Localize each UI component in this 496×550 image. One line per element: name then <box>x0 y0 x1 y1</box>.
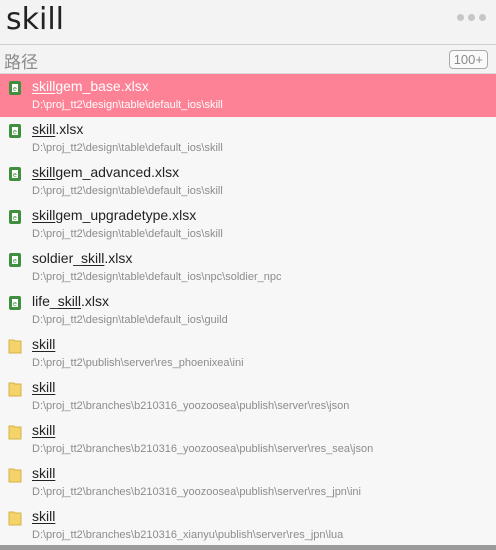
result-row[interactable]: e life_skill.xlsx D:\proj_tt2\design\table… <box>0 289 496 332</box>
folder-icon <box>8 381 22 397</box>
more-options-button[interactable] <box>457 14 486 21</box>
svg-text:e: e <box>13 258 17 265</box>
result-name: skill <box>32 465 55 481</box>
result-row[interactable]: skill D:\proj_tt2\publish\server\res_phoe… <box>0 332 496 375</box>
result-name-match: skill <box>32 336 56 352</box>
result-name: skillgem_base.xlsx <box>32 78 149 94</box>
result-name-match: skill <box>32 379 56 395</box>
svg-text:e: e <box>13 86 17 93</box>
result-row[interactable]: skill D:\proj_tt2\branches\b210316_yoozoo… <box>0 375 496 418</box>
result-name: skillgem_advanced.xlsx <box>32 164 179 180</box>
result-name: skill <box>32 508 55 524</box>
result-path: D:\proj_tt2\branches\b210316_yoozoosea\p… <box>32 443 374 455</box>
result-name-match: skill <box>32 164 56 180</box>
result-name-rest: gem_upgradetype.xlsx <box>55 207 197 223</box>
result-count-badge: 100+ <box>448 50 488 69</box>
result-name-prefix: soldier_ <box>32 250 82 266</box>
result-path: D:\proj_tt2\design\table\default_ios\npc… <box>32 271 282 283</box>
result-name: life_skill.xlsx <box>32 293 109 309</box>
dot-icon <box>468 14 475 21</box>
result-name-match: skill <box>32 508 56 524</box>
results-list: e skillgem_base.xlsx D:\proj_tt2\design\ta… <box>0 74 496 547</box>
result-name-match: skill <box>81 250 105 266</box>
result-name: skillgem_upgradetype.xlsx <box>32 207 196 223</box>
svg-text:e: e <box>13 129 17 136</box>
result-row[interactable]: skill D:\proj_tt2\branches\b210316_xianyu… <box>0 504 496 547</box>
result-path: D:\proj_tt2\design\table\default_ios\ski… <box>32 99 223 111</box>
result-name-match: skill <box>32 465 56 481</box>
dot-icon <box>457 14 464 21</box>
result-path: D:\proj_tt2\branches\b210316_xianyu\publ… <box>32 529 344 541</box>
result-name-prefix: life_ <box>32 293 58 309</box>
result-path: D:\proj_tt2\design\table\default_ios\ski… <box>32 142 223 154</box>
search-bar[interactable]: skill <box>0 0 496 44</box>
excel-file-icon: e <box>8 295 22 311</box>
result-path: D:\proj_tt2\branches\b210316_yoozoosea\p… <box>32 400 350 412</box>
result-row[interactable]: e skill.xlsx D:\proj_tt2\design\table\defa… <box>0 117 496 160</box>
svg-text:e: e <box>13 301 17 308</box>
result-name: skill <box>32 336 55 352</box>
result-name-match: skill <box>32 121 56 137</box>
folder-icon <box>8 424 22 440</box>
result-name: skill.xlsx <box>32 121 83 137</box>
result-name-rest: .xlsx <box>55 121 84 137</box>
result-name-match: skill <box>32 207 56 223</box>
excel-file-icon: e <box>8 80 22 96</box>
result-row[interactable]: skill D:\proj_tt2\branches\b210316_yoozoo… <box>0 461 496 504</box>
excel-file-icon: e <box>8 209 22 225</box>
result-path: D:\proj_tt2\design\table\default_ios\ski… <box>32 228 223 240</box>
results-header: 路径 100+ <box>0 45 496 74</box>
result-name-rest: .xlsx <box>104 250 133 266</box>
result-name-match: skill <box>32 78 56 94</box>
result-name-match: skill <box>32 422 56 438</box>
result-name: skill <box>32 422 55 438</box>
result-name-rest: gem_advanced.xlsx <box>55 164 180 180</box>
bottom-bar <box>0 545 496 550</box>
result-row[interactable]: e skillgem_advanced.xlsx D:\proj_tt2\desig… <box>0 160 496 203</box>
result-row[interactable]: e skillgem_upgradetype.xlsx D:\proj_tt2\de… <box>0 203 496 246</box>
excel-file-icon: e <box>8 166 22 182</box>
folder-icon <box>8 338 22 354</box>
result-path: D:\proj_tt2\branches\b210316_yoozoosea\p… <box>32 486 361 498</box>
result-name: skill <box>32 379 55 395</box>
dot-icon <box>479 14 486 21</box>
result-path: D:\proj_tt2\design\table\default_ios\ski… <box>32 185 223 197</box>
result-path: D:\proj_tt2\design\table\default_ios\gui… <box>32 314 228 326</box>
path-header-label: 路径 <box>4 53 38 73</box>
folder-icon <box>8 467 22 483</box>
result-row[interactable]: e soldier_skill.xlsx D:\proj_tt2\design\ta… <box>0 246 496 289</box>
result-name-match: skill <box>57 293 82 309</box>
result-name-rest: gem_base.xlsx <box>55 78 149 94</box>
svg-text:e: e <box>13 172 17 179</box>
search-input[interactable]: skill <box>6 2 64 38</box>
svg-text:e: e <box>13 215 17 222</box>
result-row[interactable]: e skillgem_base.xlsx D:\proj_tt2\design\ta… <box>0 74 496 117</box>
result-row[interactable]: skill D:\proj_tt2\branches\b210316_yoozoo… <box>0 418 496 461</box>
result-name: soldier_skill.xlsx <box>32 250 132 266</box>
folder-icon <box>8 510 22 526</box>
excel-file-icon: e <box>8 252 22 268</box>
result-name-rest: .xlsx <box>81 293 110 309</box>
result-path: D:\proj_tt2\publish\server\res_phoenixea… <box>32 357 244 369</box>
excel-file-icon: e <box>8 123 22 139</box>
